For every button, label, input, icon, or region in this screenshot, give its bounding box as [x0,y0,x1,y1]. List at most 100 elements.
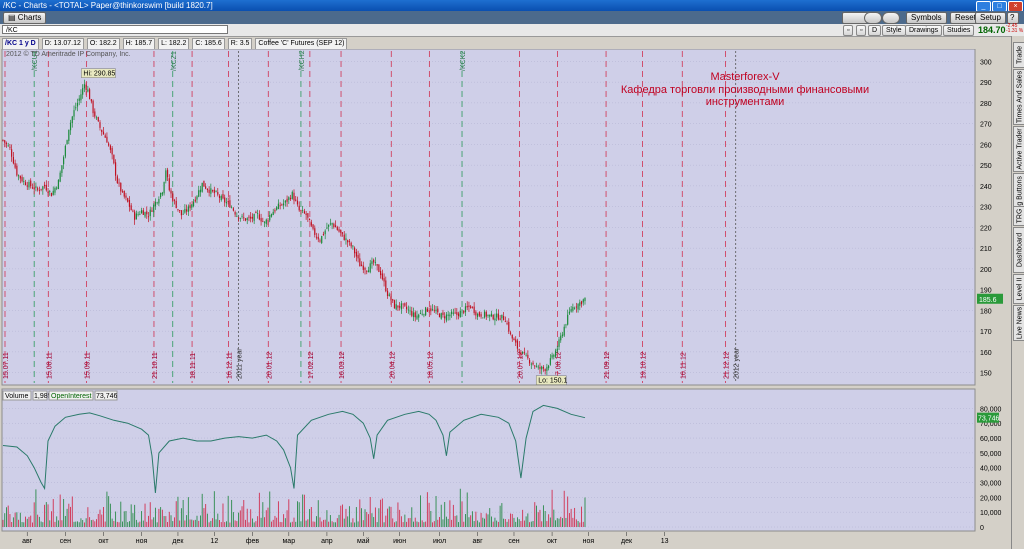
candle-body [120,182,122,192]
candle-body [513,338,515,341]
candle-body [388,294,390,297]
studies-button[interactable]: Studies [943,25,975,36]
candle-body [75,107,77,109]
symbols-button[interactable]: Symbols [906,12,947,24]
candle-body [537,366,539,368]
candle-body [69,122,72,131]
volume-axis: 010,00020,00030,00040,00050,00060,00070,… [977,406,1002,532]
month-label: окт [98,538,109,545]
candle-body [447,314,449,316]
candle-body [558,339,560,347]
link-icon[interactable] [864,12,882,24]
candle-body [279,205,281,207]
zoom-in-button[interactable]: ▫ [856,25,867,36]
candle-body [345,238,347,241]
candle-body [535,365,538,367]
candle-body [302,210,304,212]
candle-body [466,306,468,308]
main-toolbar: ▤ Charts Symbols Reset Setup ? [0,11,1024,24]
candle-body [35,186,37,188]
charts-tab[interactable]: ▤ Charts [3,12,47,24]
sidebar-tab-trg[interactable]: TRG [1013,206,1024,226]
candle-body [283,203,285,206]
date-marker-label: 20.01.12 [266,352,273,379]
zoom-out-button[interactable]: ▫ [843,25,854,36]
candle-body [166,169,169,178]
candle-body [50,193,53,197]
candle-body [92,100,94,114]
candle-body [218,195,221,198]
candle-body [192,201,195,207]
candle-body [298,205,300,211]
sidebar-tab-level-ii[interactable]: Level II [1013,274,1024,304]
candle-body [64,145,66,157]
price-tick-label: 250 [980,163,992,170]
candle-body [509,332,512,334]
style-button[interactable]: Style [882,25,906,36]
sidebar-tab-times-and-sales[interactable]: Times And Sales [1013,69,1024,125]
candle-body [184,208,186,213]
candle-body [109,145,111,150]
sidebar-tab-active-trader[interactable]: Active Trader [1013,126,1024,172]
candle-body [142,210,144,215]
candle-body [426,308,428,312]
drawings-button[interactable]: Drawings [905,25,943,36]
candle-body [63,157,65,165]
date-marker-label: 21.09.12 [604,352,611,379]
candle-body [470,306,472,309]
month-label: мар [282,538,295,545]
candle-body [289,197,292,200]
candle-body [73,110,75,117]
candle-body [310,222,312,226]
sidebar-tab-dashboard[interactable]: Dashboard [1013,227,1024,273]
candle-body [485,311,487,317]
candle-body [187,206,189,212]
candle-body [308,218,311,221]
candle-body [371,261,373,264]
candle-body [414,312,416,318]
candle-body [452,312,454,314]
expiry-label: /KCK2 [460,51,467,71]
candle-body [440,313,442,319]
grid-icon[interactable] [882,12,900,24]
candle-body [113,154,115,164]
candle-body [314,228,316,235]
price-chart[interactable]: 15.07.11 15.08.11 15.09.11 21.10.11 18.11.11… [0,49,1011,549]
setup-button[interactable]: Setup [975,12,1006,24]
candle-body [548,365,550,369]
candle-body [378,264,380,273]
candle-body [168,178,170,191]
candle-body [449,314,451,317]
volume-tick-label: 0 [980,525,984,532]
candle-body [229,200,231,208]
candle-body [198,190,200,197]
candle-body [82,88,84,95]
candle-body [170,190,172,194]
candle-body [393,300,396,309]
window-title-bar: /KC - Charts - <TOTAL> Paper@thinkorswim… [0,0,1024,12]
candle-body [123,191,125,197]
candle-body [433,310,435,312]
candle-body [534,365,536,367]
d-button[interactable]: D [868,25,882,36]
candle-body [463,310,465,313]
candle-body [506,323,508,324]
candle-body [397,305,399,308]
candle-body [437,308,439,313]
candle-body [468,305,470,307]
candle-body [269,215,271,221]
sidebar-tab-live-news[interactable]: Live News [1013,305,1024,341]
candle-body [16,165,18,176]
candle-body [402,303,404,305]
candle-body [380,270,382,276]
symbol-input[interactable]: /KC [2,25,228,34]
change-percent: -1.31 % [1006,28,1024,34]
candle-body [104,135,106,138]
candle-body [90,99,92,102]
sidebar-tab-trade[interactable]: Trade [1013,42,1024,68]
sidebar-tab-label: Live News [1016,306,1023,340]
date-marker-label: 16.12.11 [226,352,233,379]
price-tick-label: 230 [980,205,992,212]
candle-body [89,89,91,100]
candle-body [560,335,562,341]
